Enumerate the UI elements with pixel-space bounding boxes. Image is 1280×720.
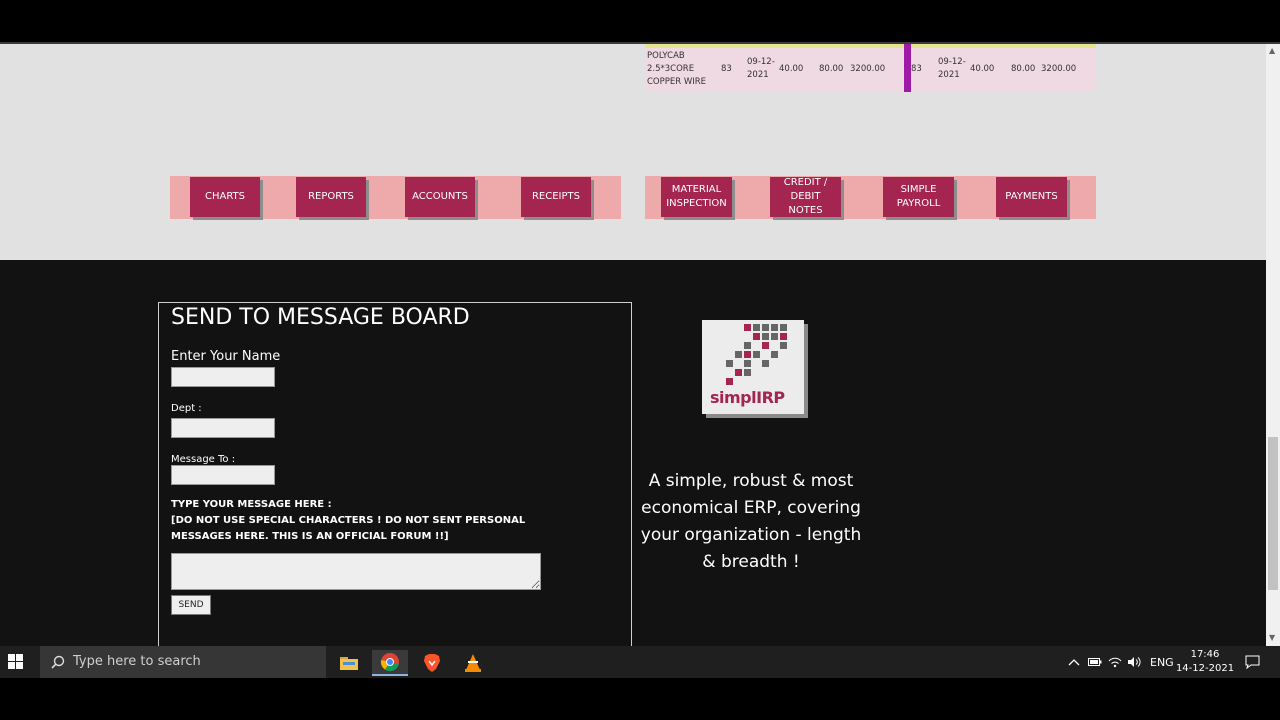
cell-rate-right: 80.00 bbox=[1011, 64, 1036, 74]
dept-label: Dept : bbox=[171, 403, 202, 414]
logo-text: simplIRP bbox=[710, 388, 785, 407]
message-to-input[interactable] bbox=[171, 465, 275, 485]
table-separator bbox=[904, 44, 911, 92]
web-page: POLYCAB 2.5*3CORE COPPER WIRE 83 09-12- … bbox=[0, 44, 1266, 646]
name-input[interactable] bbox=[171, 367, 275, 387]
simple-payroll-button[interactable]: SIMPLE PAYROLL bbox=[883, 177, 954, 217]
taskbar-search-box[interactable]: Type here to search bbox=[40, 646, 326, 678]
receipts-button[interactable]: RECEIPTS bbox=[521, 177, 591, 217]
credit-debit-notes-button[interactable]: CREDIT / DEBIT NOTES bbox=[770, 177, 841, 217]
name-label: Enter Your Name bbox=[171, 349, 281, 364]
payments-button[interactable]: PAYMENTS bbox=[996, 177, 1067, 217]
cell-qty-left: 40.00 bbox=[779, 64, 804, 74]
scrollbar-thumb[interactable] bbox=[1268, 437, 1278, 590]
upper-section: POLYCAB 2.5*3CORE COPPER WIRE 83 09-12- … bbox=[0, 44, 1266, 260]
wifi-icon[interactable] bbox=[1108, 646, 1122, 678]
charts-button[interactable]: CHARTS bbox=[190, 177, 260, 217]
scroll-up-icon[interactable]: ▲ bbox=[1269, 46, 1275, 55]
dept-input[interactable] bbox=[171, 418, 275, 438]
taskbar-clock[interactable]: 17:46 14-12-2021 bbox=[1172, 648, 1238, 676]
chevron-up-icon bbox=[1068, 659, 1080, 666]
browser-top-area bbox=[0, 0, 1280, 44]
simplirp-logo: simplIRP bbox=[702, 320, 804, 414]
cell-amount-right: 3200.00 bbox=[1041, 64, 1077, 74]
table-header-line bbox=[645, 44, 1096, 48]
footer-section: SEND TO MESSAGE BOARD Enter Your Name De… bbox=[0, 260, 1266, 646]
search-icon bbox=[51, 655, 65, 669]
notification-icon[interactable] bbox=[1245, 646, 1260, 678]
cell-material: POLYCAB 2.5*3CORE COPPER WIRE bbox=[647, 51, 707, 87]
vlc-icon[interactable] bbox=[455, 650, 491, 676]
tagline: A simple, robust & most economical ERP, … bbox=[640, 471, 862, 572]
brave-icon[interactable] bbox=[414, 650, 450, 676]
scroll-down-icon[interactable]: ▼ bbox=[1269, 633, 1275, 642]
cell-date-right: 09-12- 2021 bbox=[938, 57, 966, 80]
battery-icon[interactable] bbox=[1088, 646, 1102, 678]
clock-time: 17:46 bbox=[1190, 649, 1220, 660]
message-board-title: SEND TO MESSAGE BOARD bbox=[171, 305, 470, 330]
cell-amount-left: 3200.00 bbox=[850, 64, 886, 74]
page-scrollbar[interactable]: ▲ ▼ bbox=[1266, 44, 1280, 646]
cell-qty-right: 40.00 bbox=[970, 64, 995, 74]
message-instructions: TYPE YOUR MESSAGE HERE : [DO NOT USE SPE… bbox=[171, 499, 526, 542]
show-hidden-icons[interactable] bbox=[1068, 646, 1080, 678]
message-to-label: Message To : bbox=[171, 454, 236, 465]
table-row: POLYCAB 2.5*3CORE COPPER WIRE 83 09-12- … bbox=[645, 44, 1096, 92]
windows-start-icon[interactable] bbox=[8, 654, 24, 670]
clock-date: 14-12-2021 bbox=[1175, 663, 1235, 674]
message-textarea[interactable] bbox=[171, 553, 541, 590]
bottom-letterbox bbox=[0, 678, 1280, 720]
search-placeholder: Type here to search bbox=[73, 654, 201, 669]
material-inspection-button[interactable]: MATERIAL INSPECTION bbox=[661, 177, 732, 217]
reports-button[interactable]: REPORTS bbox=[296, 177, 366, 217]
cell-rate-left: 80.00 bbox=[819, 64, 844, 74]
cell-date-left: 09-12- 2021 bbox=[747, 57, 775, 80]
nav-bar-left: CHARTS REPORTS ACCOUNTS RECEIPTS bbox=[170, 176, 621, 219]
accounts-button[interactable]: ACCOUNTS bbox=[405, 177, 475, 217]
language-indicator[interactable]: ENG bbox=[1150, 646, 1174, 678]
volume-icon[interactable] bbox=[1127, 646, 1141, 678]
cell-code-left: 83 bbox=[721, 64, 732, 74]
cell-code-right: 83 bbox=[911, 64, 922, 74]
chrome-icon[interactable] bbox=[372, 650, 408, 676]
nav-bar-right: MATERIAL INSPECTION CREDIT / DEBIT NOTES S… bbox=[645, 176, 1096, 219]
message-board-form: SEND TO MESSAGE BOARD Enter Your Name De… bbox=[158, 302, 632, 646]
send-button[interactable]: SEND bbox=[171, 595, 211, 615]
file-explorer-icon[interactable] bbox=[331, 650, 367, 676]
windows-taskbar: Type here to search ENG 17:46 14-12-2021 bbox=[0, 646, 1280, 678]
